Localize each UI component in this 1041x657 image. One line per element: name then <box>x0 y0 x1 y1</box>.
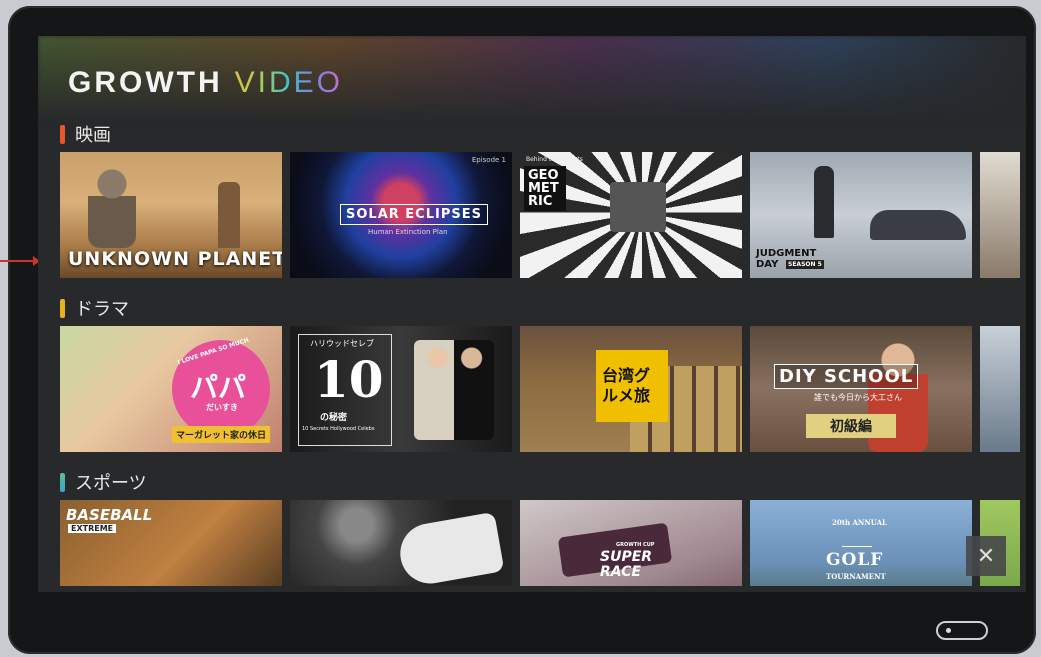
tunnel-center <box>610 182 666 232</box>
tile-super-race[interactable]: GROWTH CUP SUPER RACE <box>520 500 742 586</box>
astronaut-figure <box>88 168 136 248</box>
app-logo: GROWTH VIDEO <box>68 66 343 100</box>
rock-spire <box>218 182 240 248</box>
tile-caption: SUPER RACE <box>600 549 653 580</box>
tile-golf[interactable]: 20th ANNUAL GOLF TOURNAMENT <box>750 500 972 586</box>
tile-caption: 台湾グルメ旅 <box>602 366 651 405</box>
section-title: 映画 <box>60 122 1026 146</box>
tile-subtitle: EXTREME <box>68 524 117 533</box>
tile-caption: BASEBALL <box>66 506 153 524</box>
tile-taiwan-gourmet[interactable]: 台湾グルメ旅 <box>520 326 742 452</box>
tile-row: BASEBALL EXTREME GROWTH CUP SUPER RACE 2… <box>60 500 1026 586</box>
tile-subtitle: SEASON 5 <box>786 260 824 269</box>
section-title: スポーツ <box>60 470 1026 494</box>
player-figure <box>395 511 505 586</box>
tile-caption: パパ <box>190 371 247 404</box>
standing-figure <box>814 166 834 238</box>
tile-subtitle-2: の秘密 <box>320 413 348 423</box>
tile-row: I LOVE PAPA SO MUCH パパ だいすき マーガレット家の休日 ハ… <box>60 326 1026 452</box>
tile-geometric[interactable]: Behind the Secrets GEO MET RIC <box>520 152 742 278</box>
close-button[interactable]: ✕ <box>966 536 1006 576</box>
car-silhouette <box>870 210 966 240</box>
section-title-text: 映画 <box>75 125 111 146</box>
tile-label: 10 Secrets Hollywood Celebs <box>302 426 375 432</box>
tile-subtitle: GROWTH CUP <box>616 542 655 548</box>
close-icon: ✕ <box>976 543 996 569</box>
section-accent-bar <box>60 298 65 318</box>
tile-papa[interactable]: I LOVE PAPA SO MUCH パパ だいすき マーガレット家の休日 <box>60 326 282 452</box>
logo-secondary: VIDEO <box>234 66 343 99</box>
section-drama: ドラマ I LOVE PAPA SO MUCH パパ だいすき マーガレット家の… <box>60 296 1026 452</box>
tile-caption: DIY SCHOOL <box>774 364 919 389</box>
tile-label: TOURNAMENT <box>826 572 886 581</box>
tile-10-secrets[interactable]: ハリウッドセレブ 10 の秘密 10 Secrets Hollywood Cel… <box>290 326 512 452</box>
tile-partial[interactable] <box>980 326 1020 452</box>
tile-solar-eclipses[interactable]: Episode 1 SOLAR ECLIPSES Human Extinctio… <box>290 152 512 278</box>
tile-caption: GEO MET RIC <box>524 166 566 211</box>
tile-subtitle-2: だいすき <box>206 403 238 412</box>
tile-row: UNKNOWN PLANET Episode 1 SOLAR ECLIPSES … <box>60 152 1026 278</box>
tile-subtitle: ハリウッドセレブ <box>310 339 374 348</box>
couple-figures <box>414 340 494 440</box>
tile-partial[interactable] <box>980 152 1020 278</box>
section-movies: 映画 UNKNOWN PLANET Episode 1 SOLAR ECLIPS… <box>60 122 1026 278</box>
annotation-arrow <box>0 256 40 266</box>
golf-emblem-icon <box>842 530 872 547</box>
section-accent-bar <box>60 472 65 492</box>
app-screen: GROWTH VIDEO 映画 UNKNOWN PLANET Episode 1 … <box>38 36 1026 592</box>
home-toggle[interactable] <box>936 621 988 640</box>
tile-label: マーガレット家の休日 <box>172 426 271 443</box>
tile-soccer[interactable] <box>290 500 512 586</box>
section-accent-bar <box>60 124 65 144</box>
tile-caption: UNKNOWN PLANET <box>68 248 282 270</box>
tile-judgment-day[interactable]: JUDGMENT DAY SEASON 5 <box>750 152 972 278</box>
tile-subtitle: Human Extinction Plan <box>368 228 448 236</box>
logo-primary: GROWTH <box>68 66 223 99</box>
tile-unknown-planet[interactable]: UNKNOWN PLANET <box>60 152 282 278</box>
section-title-text: スポーツ <box>75 473 147 494</box>
tile-diy-school[interactable]: DIY SCHOOL 誰でも今日から大工さん 初級編 <box>750 326 972 452</box>
tile-subtitle: 誰でも今日から大工さん <box>814 393 902 402</box>
tile-caption: SOLAR ECLIPSES <box>340 204 488 225</box>
tile-subtitle: Behind the Secrets <box>526 156 583 163</box>
tile-caption: 10 <box>314 350 384 409</box>
tile-badge: Episode 1 <box>471 156 506 164</box>
tile-subtitle: 20th ANNUAL <box>832 518 887 527</box>
tile-label: 初級編 <box>806 414 896 438</box>
section-title: ドラマ <box>60 296 1026 320</box>
tile-baseball[interactable]: BASEBALL EXTREME <box>60 500 282 586</box>
tile-caption: GOLF <box>826 550 884 570</box>
section-sports: スポーツ BASEBALL EXTREME GROWTH CUP SUPER R… <box>60 470 1026 586</box>
section-title-text: ドラマ <box>75 299 129 320</box>
